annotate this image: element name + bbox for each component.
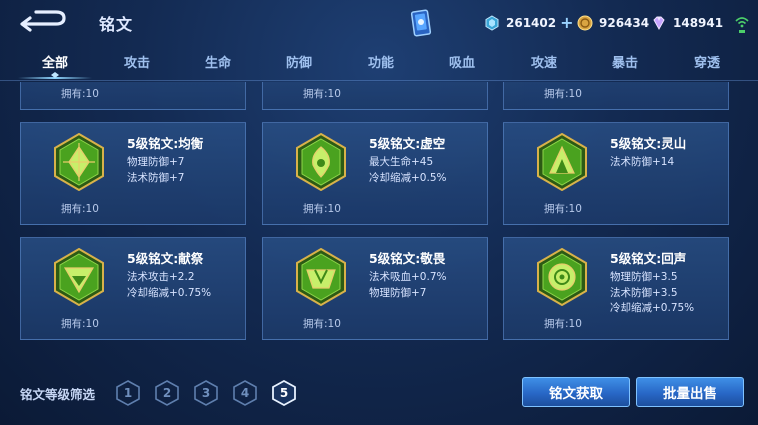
gold-currency: 926434 [577,13,649,33]
rune-attr: 法术攻击+2.2 [127,271,195,283]
rune-attributes: 法术防御+14 [610,155,674,171]
level-filter-1[interactable]: 1 [116,380,140,406]
bulk-sell-button[interactable]: 批量出售 [636,377,744,407]
tab-all[interactable]: 全部 [42,52,68,71]
spirit-mountain-rune-icon [537,133,587,191]
rune-card-partial[interactable]: 拥有:10 [262,82,488,110]
tab-function[interactable]: 功能 [368,52,394,71]
rune-owned-count: 拥有:10 [544,318,582,330]
void-rune-icon [296,133,346,191]
level-filter-3[interactable]: 3 [194,380,218,406]
rune-attr: 法术防御+14 [610,156,675,168]
rune-name: 5级铭文:灵山 [610,136,687,151]
rune-attributes: 法术攻击+2.2 冷却缩减+0.75% [127,270,211,301]
gold-coin-icon [577,15,593,31]
rune-card-awe[interactable]: 5级铭文:敬畏 法术吸血+0.7% 物理防御+7 拥有:10 [262,237,488,340]
level-number: 5 [279,386,289,400]
rune-name: 5级铭文:献祭 [127,251,204,266]
tab-penetration[interactable]: 穿透 [694,52,720,71]
rune-card-partial[interactable]: 拥有:10 [20,82,246,110]
top-bar: 铭文 261402 + 926434 148941 [0,0,758,44]
rune-name: 5级铭文:敬畏 [369,251,446,266]
rune-owned-count: 拥有:10 [61,318,99,330]
back-arrow-icon[interactable] [16,8,68,34]
level-number: 3 [201,386,211,400]
rune-attributes: 最大生命+45 冷却缩减+0.5% [369,155,446,186]
rune-attr: 冷却缩减+0.75% [127,286,212,299]
diamond-icon [485,15,499,31]
tab-defense[interactable]: 防御 [286,52,312,71]
rune-name: 5级铭文:虚空 [369,136,446,151]
tab-lifesteal[interactable]: 吸血 [449,52,475,71]
page-title: 铭文 [99,15,134,34]
gold-amount: 926434 [599,16,650,30]
echo-rune-icon [537,248,587,306]
rune-attr: 冷却缩减+0.75% [610,302,695,314]
rune-attributes: 物理防御+7 法术防御+7 [127,155,184,186]
rune-attr: 最大生命+45 [369,156,434,168]
rune-owned-count: 拥有:10 [303,88,341,100]
level-filter-4[interactable]: 4 [233,380,257,406]
tab-attack-speed[interactable]: 攻速 [531,52,557,71]
rune-card-balance[interactable]: 5级铭文:均衡 物理防御+7 法术防御+7 拥有:10 [20,122,246,225]
rune-card-partial[interactable]: 拥有:10 [503,82,729,110]
rune-owned-count: 拥有:10 [303,203,341,215]
rune-owned-count: 拥有:10 [61,203,99,215]
rune-card-void[interactable]: 5级铭文:虚空 最大生命+45 冷却缩减+0.5% 拥有:10 [262,122,488,225]
tab-critical[interactable]: 暴击 [612,52,638,71]
rune-card-spirit-mountain[interactable]: 5级铭文:灵山 法术防御+14 拥有:10 [503,122,729,225]
rune-attr: 物理防御+3.5 [610,271,678,283]
rune-owned-count: 拥有:10 [303,318,341,330]
tabs-divider [0,80,758,81]
tab-attack[interactable]: 攻击 [124,52,150,71]
rune-page-card-icon[interactable] [410,8,432,38]
rune-attr: 物理防御+7 [369,286,427,299]
gem-currency: 148941 [651,13,723,33]
level-filter-5[interactable]: 5 [272,379,296,407]
rune-owned-count: 拥有:10 [61,88,99,100]
rune-owned-count: 拥有:10 [544,203,582,215]
gem-amount: 148941 [673,16,724,30]
rune-attr: 冷却缩减+0.5% [369,171,447,184]
obtain-runes-button[interactable]: 铭文获取 [522,377,630,407]
diamond-amount: 261402 [506,16,557,30]
level-number: 2 [162,386,172,400]
diamond-currency: 261402 + [484,13,574,33]
balance-rune-icon [54,133,104,191]
wifi-signal-icon [735,17,749,33]
rune-card-echo[interactable]: 5级铭文:回声 物理防御+3.5 法术防御+3.5 冷却缩减+0.75% 拥有:… [503,237,729,340]
rune-owned-count: 拥有:10 [544,88,582,100]
rune-name: 5级铭文:均衡 [127,136,204,151]
tab-health[interactable]: 生命 [205,52,231,71]
gem-crystal-icon [653,16,665,31]
rune-name: 5级铭文:回声 [610,251,687,266]
rune-card-sacrifice[interactable]: 5级铭文:献祭 法术攻击+2.2 冷却缩减+0.75% 拥有:10 [20,237,246,340]
category-tabs: 全部 攻击 生命 防御 功能 吸血 攻速 暴击 穿透 [0,44,758,79]
rune-attr: 法术防御+7 [127,171,185,184]
sacrifice-rune-icon [54,248,104,306]
rune-attributes: 法术吸血+0.7% 物理防御+7 [369,270,446,301]
level-filter-2[interactable]: 2 [155,380,179,406]
level-number: 4 [240,386,250,400]
level-filter-label: 铭文等级筛选 [20,387,96,402]
rune-attr: 法术防御+3.5 [610,286,678,299]
level-number: 1 [123,386,133,400]
rune-attributes: 物理防御+3.5 法术防御+3.5 冷却缩减+0.75% [610,270,694,317]
add-diamond-button[interactable]: + [560,15,573,31]
rune-attr: 物理防御+7 [127,156,185,168]
rune-grid[interactable]: 拥有:10 拥有:10 拥有:10 5级铭文:均衡 物理防御+7 法术防御+7 … [0,82,758,346]
rune-attr: 法术吸血+0.7% [369,271,447,283]
active-tab-marker-icon [51,72,59,78]
awe-rune-icon [296,248,346,306]
